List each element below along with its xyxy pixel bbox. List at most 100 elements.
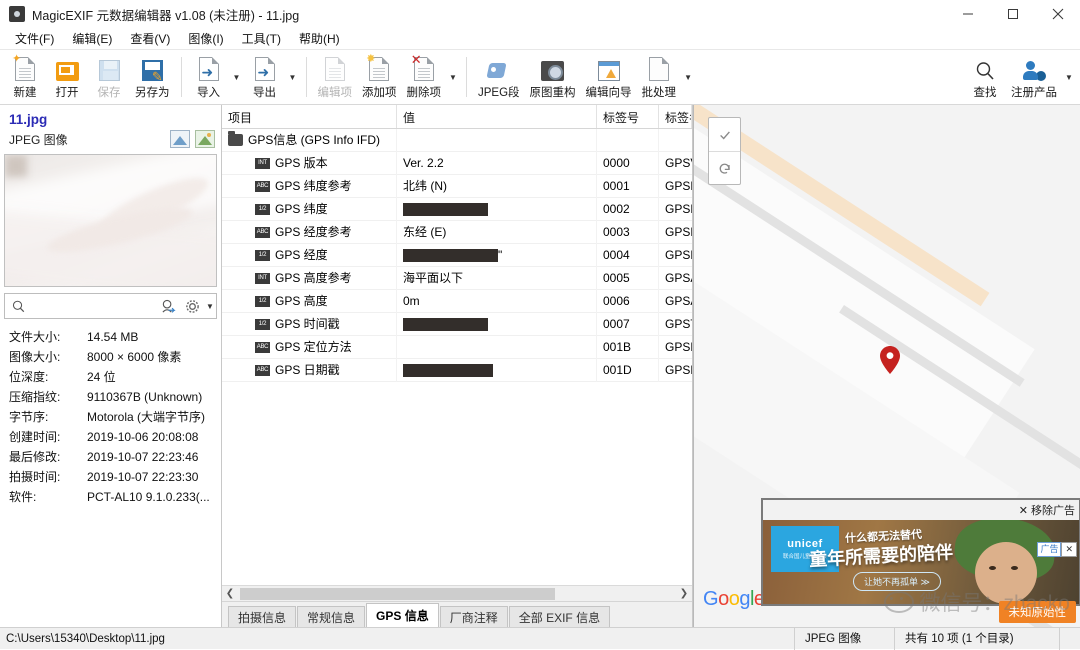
column-header-item[interactable]: 项目 <box>222 105 397 128</box>
ad-label-badge[interactable]: 广告 <box>1037 542 1061 557</box>
cell-item: ABC GPS 日期戳 <box>222 359 397 382</box>
ad-remove-label[interactable]: 移除广告 <box>1031 502 1075 518</box>
toolbar-save-as-button[interactable]: 另存为 <box>130 51 175 103</box>
histogram-icon[interactable] <box>170 130 190 148</box>
advertisement-box[interactable]: ✕ 移除广告 unicef 联合国儿童基 <box>761 498 1080 606</box>
toolbar-save-button[interactable]: 保存 <box>88 51 130 103</box>
redacted-value <box>403 318 488 331</box>
map-canvas[interactable]: Google 地图数据 ©2019 GS(2011)6070 使用条款 ✕ 移除… <box>694 105 1080 627</box>
scroll-left-arrow[interactable]: ❮ <box>222 588 238 599</box>
gear-icon[interactable] <box>180 299 204 314</box>
ad-creative[interactable]: unicef 联合国儿童基金会 什么都无法替代 童年所需要的陪伴 让她不再孤单 … <box>763 520 1079 604</box>
close-icon[interactable]: ✕ <box>1019 504 1028 517</box>
menu-image[interactable]: 图像(I) <box>179 28 232 49</box>
toolbar-new-button[interactable]: ✦ 新建 <box>4 51 46 103</box>
tab-all-exif[interactable]: 全部 EXIF 信息 <box>509 606 610 627</box>
row-item-label: GPS 日期戳 <box>275 359 340 382</box>
table-row[interactable]: ABC GPS 定位方法 001B GPSProces <box>222 336 692 359</box>
search-options-caret[interactable]: ▼ <box>204 302 216 311</box>
column-header-value[interactable]: 值 <box>397 105 597 128</box>
toolbar-rebuild-label: 原图重构 <box>530 84 576 100</box>
scrollbar-track[interactable] <box>238 587 676 601</box>
toolbar-jpeg-segment-button[interactable]: JPEG段 <box>473 51 525 103</box>
row-item-label: GPS 高度参考 <box>275 267 352 290</box>
menu-file[interactable]: 文件(F) <box>6 28 63 49</box>
close-button[interactable] <box>1035 0 1080 28</box>
tab-general-info[interactable]: 常规信息 <box>297 606 365 627</box>
image-thumbnail[interactable] <box>4 154 217 287</box>
preview-image-icon[interactable] <box>195 130 215 148</box>
table-row[interactable]: ABC GPS 经度参考 东经 (E) 0003 GPSLongit <box>222 221 692 244</box>
file-properties-list: 文件大小:14.54 MB 图像大小:8000 × 6000 像素 位深度:24… <box>0 319 221 627</box>
toolbar-delete-item-caret[interactable]: ▼ <box>446 51 460 103</box>
toolbar-batch-button[interactable]: 批处理 <box>637 51 682 103</box>
toolbar-save-as-label: 另存为 <box>135 84 170 100</box>
toolbar-import-button[interactable]: ➜ 导入 <box>188 51 230 103</box>
menu-help[interactable]: 帮助(H) <box>290 28 349 49</box>
table-row[interactable]: 1/2 GPS 高度 0m 0006 GPSAltitud <box>222 290 692 313</box>
toolbar-overflow-caret[interactable]: ▼ <box>1062 51 1076 103</box>
toolbar-rebuild-button[interactable]: 原图重构 <box>525 51 581 103</box>
property-row: 压缩指纹:9110367B (Unknown) <box>9 387 221 407</box>
menu-tools[interactable]: 工具(T) <box>233 28 290 49</box>
ad-remove-bar[interactable]: ✕ 移除广告 <box>763 500 1079 520</box>
property-value: 2019-10-06 20:08:08 <box>87 427 198 447</box>
find-person-icon[interactable] <box>156 299 180 314</box>
location-pin-marker[interactable] <box>880 346 900 374</box>
toolbar-edit-item-button[interactable]: 编辑项 <box>313 51 358 103</box>
tab-shooting-info[interactable]: 拍摄信息 <box>228 606 296 627</box>
toolbar-export-button[interactable]: ➜ 导出 <box>244 51 286 103</box>
property-row: 创建时间:2019-10-06 20:08:08 <box>9 427 221 447</box>
toolbar-find-button[interactable]: 查找 <box>964 51 1006 103</box>
table-row[interactable]: ABC GPS 日期戳 001D GPSDateSt <box>222 359 692 382</box>
toolbar-open-button[interactable]: 打开 <box>46 51 88 103</box>
toolbar: ✦ 新建 打开 保存 另存为 ➜ 导入 ▼ ➜ 导出 ▼ <box>0 50 1080 105</box>
toolbar-add-item-button[interactable]: ✸ 添加项 <box>357 51 402 103</box>
cell-value <box>397 359 597 382</box>
cell-item: 1/2 GPS 高度 <box>222 290 397 313</box>
menu-view[interactable]: 查看(V) <box>121 28 179 49</box>
num-type-icon: 1/2 <box>255 296 270 307</box>
horizontal-scrollbar[interactable]: ❮ ❯ <box>222 585 692 601</box>
map-panel[interactable]: Google 地图数据 ©2019 GS(2011)6070 使用条款 ✕ 移除… <box>693 105 1080 627</box>
table-row[interactable]: GPS信息 (GPS Info IFD) <box>222 129 692 152</box>
minimize-button[interactable] <box>945 0 990 28</box>
toolbar-register-button[interactable]: 注册产品 <box>1006 51 1062 103</box>
cell-item: INT GPS 高度参考 <box>222 267 397 290</box>
cell-item: ABC GPS 纬度参考 <box>222 175 397 198</box>
search-input[interactable] <box>31 298 156 314</box>
register-user-icon <box>1022 55 1046 81</box>
ad-close-badge[interactable]: ✕ <box>1061 542 1077 557</box>
toolbar-delete-item-button[interactable]: ✕ 删除项 <box>402 51 447 103</box>
ad-cta-button[interactable]: 让她不再孤单 ≫ <box>853 572 941 591</box>
column-header-tagname[interactable]: 标签名 <box>659 105 692 128</box>
property-value: Motorola (大端字节序) <box>87 407 205 427</box>
main-body: 11.jpg JPEG 图像 <box>0 105 1080 627</box>
file-type-label: JPEG 图像 <box>9 131 68 148</box>
toolbar-export-caret[interactable]: ▼ <box>286 51 300 103</box>
resize-grip[interactable] <box>1059 628 1080 650</box>
scrollbar-thumb[interactable] <box>240 588 555 600</box>
edit-item-icon <box>325 55 345 81</box>
table-row[interactable]: ABC GPS 纬度参考 北纬 (N) 0001 GPSLatitud <box>222 175 692 198</box>
toolbar-import-caret[interactable]: ▼ <box>230 51 244 103</box>
toolbar-batch-caret[interactable]: ▼ <box>681 51 695 103</box>
toolbar-edit-wizard-button[interactable]: 编辑向导 <box>581 51 637 103</box>
maximize-button[interactable] <box>990 0 1035 28</box>
table-row[interactable]: 1/2 GPS 时间戳 0007 GPSTimeSt <box>222 313 692 336</box>
tab-gps-info[interactable]: GPS 信息 <box>366 603 439 627</box>
tab-maker-note[interactable]: 厂商注释 <box>440 606 508 627</box>
table-row[interactable]: 1/2 GPS 经度 " 0004 GPSLongit <box>222 244 692 267</box>
table-row[interactable]: INT GPS 版本 Ver. 2.2 0000 GPSVersio <box>222 152 692 175</box>
table-row[interactable]: 1/2 GPS 纬度 0002 GPSLatitud <box>222 198 692 221</box>
cell-value: 海平面以下 <box>397 267 597 290</box>
reset-undo-icon[interactable] <box>709 151 740 184</box>
confirm-check-icon[interactable] <box>709 118 740 151</box>
cell-tagno: 0001 <box>597 175 659 198</box>
scroll-right-arrow[interactable]: ❯ <box>676 588 692 599</box>
column-header-tagno[interactable]: 标签号 <box>597 105 659 128</box>
thumbnail-corner-shade <box>5 155 27 177</box>
menu-edit[interactable]: 编辑(E) <box>63 28 121 49</box>
originality-status-button[interactable]: 未知原始性 <box>999 601 1077 623</box>
table-row[interactable]: INT GPS 高度参考 海平面以下 0005 GPSAltitud <box>222 267 692 290</box>
